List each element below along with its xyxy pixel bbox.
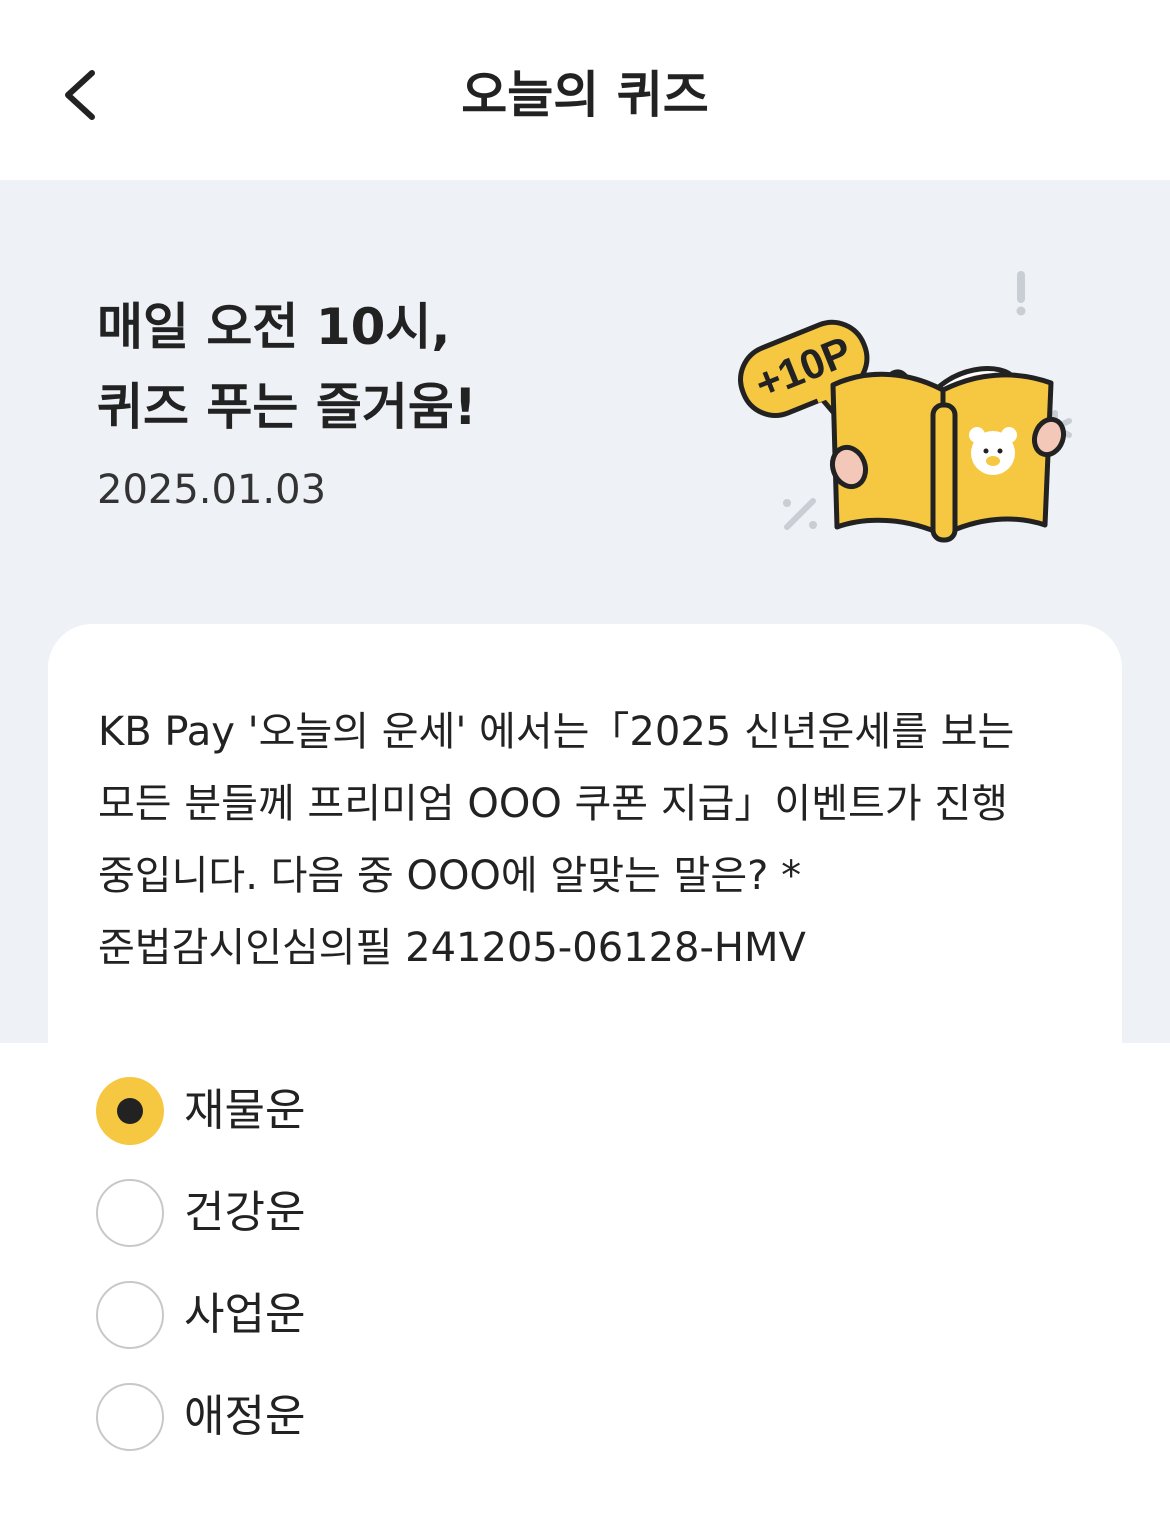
answer-option-4[interactable]: 애정운 bbox=[96, 1381, 305, 1453]
answer-option-1[interactable]: 재물운 bbox=[96, 1075, 305, 1147]
answer-label: 사업운 bbox=[184, 1289, 306, 1340]
app-header: 오늘의 퀴즈 bbox=[0, 0, 1170, 180]
open-book bbox=[830, 371, 1054, 543]
answer-options: 재물운 건강운 사업운 애정운 bbox=[0, 1043, 1170, 1514]
radio-unselected-icon[interactable] bbox=[96, 1281, 164, 1349]
page-title: 오늘의 퀴즈 bbox=[461, 66, 709, 124]
radio-unselected-icon[interactable] bbox=[96, 1179, 164, 1247]
hero-headline-line-1: 매일 오전 10시, bbox=[97, 298, 451, 356]
answer-label: 재물운 bbox=[184, 1085, 306, 1136]
percent-sparkle bbox=[783, 498, 817, 530]
radio-dot bbox=[117, 1098, 143, 1124]
hero-headline-line-2: 퀴즈 푸는 즐거움! bbox=[97, 378, 477, 436]
answer-option-3[interactable]: 사업운 bbox=[96, 1279, 305, 1351]
hero-headline: 매일 오전 10시, 퀴즈 푸는 즐거움! bbox=[97, 287, 477, 447]
exclamation-dot bbox=[1016, 306, 1026, 316]
question-text: KB Pay '오늘의 운세' 에서는「2025 신년운세를 보는 모든 분들께… bbox=[98, 709, 1015, 971]
answer-label: 건강운 bbox=[184, 1187, 306, 1238]
answer-label: 애정운 bbox=[184, 1391, 306, 1442]
rabbit-reading-book-illustration: +10P bbox=[738, 271, 1072, 543]
answer-option-2[interactable]: 건강운 bbox=[96, 1177, 305, 1249]
quiz-date: 2025.01.03 bbox=[97, 467, 327, 513]
radio-selected-icon[interactable] bbox=[96, 1077, 164, 1145]
radio-unselected-icon[interactable] bbox=[96, 1383, 164, 1451]
